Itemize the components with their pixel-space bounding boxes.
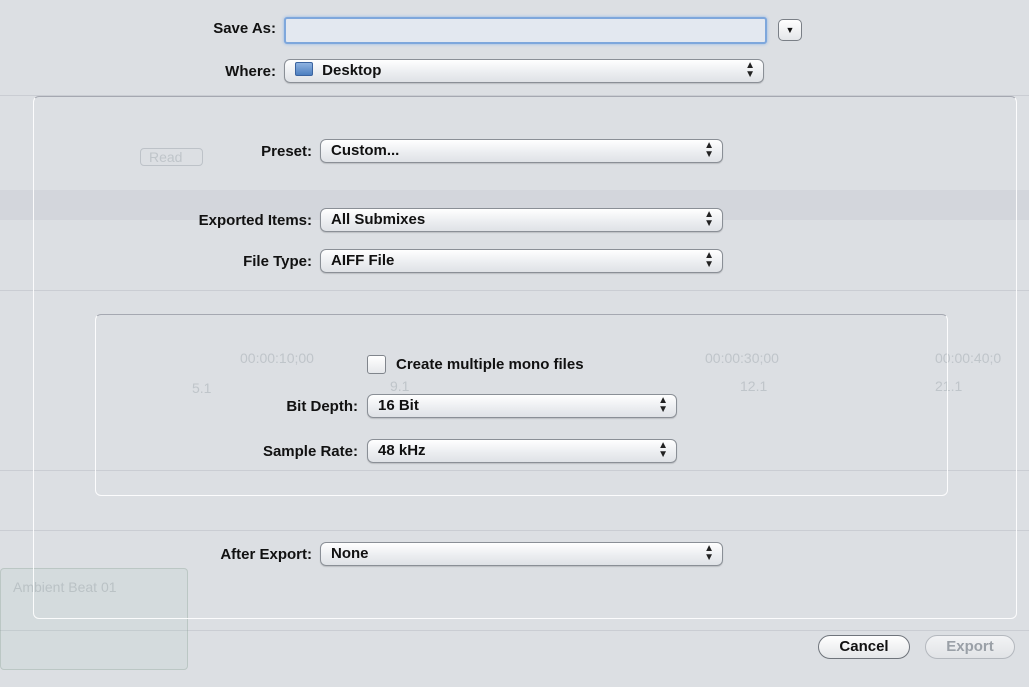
popup-arrows-icon: ▲ ▼ bbox=[745, 60, 755, 80]
preset-popup[interactable]: Custom... ▲ ▼ bbox=[320, 139, 723, 163]
after-export-popup[interactable]: None ▲ ▼ bbox=[320, 542, 723, 566]
popup-arrows-icon: ▲ ▼ bbox=[704, 250, 714, 270]
bit-depth-label: Bit Depth: bbox=[286, 398, 358, 415]
where-value: Desktop bbox=[322, 62, 382, 79]
preset-label: Preset: bbox=[261, 143, 312, 160]
file-type-popup[interactable]: AIFF File ▲ ▼ bbox=[320, 249, 723, 273]
save-as-input[interactable] bbox=[284, 17, 767, 44]
cancel-button[interactable]: Cancel bbox=[818, 635, 910, 659]
save-as-expand-button[interactable]: ▼ bbox=[778, 19, 802, 41]
exported-items-label: Exported Items: bbox=[198, 212, 312, 229]
popup-arrows-icon: ▲ ▼ bbox=[704, 543, 714, 563]
mono-files-label[interactable]: Create multiple mono files bbox=[396, 356, 584, 373]
popup-arrows-icon: ▲ ▼ bbox=[704, 209, 714, 229]
mono-files-checkbox[interactable] bbox=[367, 355, 386, 374]
preset-value: Custom... bbox=[331, 142, 400, 159]
folder-icon bbox=[295, 62, 313, 76]
sample-rate-label: Sample Rate: bbox=[262, 443, 358, 460]
bit-depth-popup[interactable]: 16 Bit ▲ ▼ bbox=[367, 394, 677, 418]
popup-arrows-icon: ▲ ▼ bbox=[658, 440, 668, 460]
exported-items-value: All Submixes bbox=[331, 211, 426, 228]
after-export-value: None bbox=[331, 545, 369, 562]
file-type-value: AIFF File bbox=[331, 252, 395, 269]
where-label: Where: bbox=[225, 63, 276, 80]
popup-arrows-icon: ▲ ▼ bbox=[704, 140, 714, 160]
sample-rate-value: 48 kHz bbox=[378, 442, 426, 459]
save-as-label: Save As: bbox=[213, 20, 276, 37]
background-line bbox=[0, 630, 1029, 631]
popup-arrows-icon: ▲ ▼ bbox=[658, 395, 668, 415]
file-type-label: File Type: bbox=[243, 253, 312, 270]
chevron-down-icon: ▼ bbox=[785, 25, 795, 35]
bit-depth-value: 16 Bit bbox=[378, 397, 419, 414]
exported-items-popup[interactable]: All Submixes ▲ ▼ bbox=[320, 208, 723, 232]
export-button[interactable]: Export bbox=[925, 635, 1015, 659]
where-popup[interactable]: Desktop ▲ ▼ bbox=[284, 59, 764, 83]
sample-rate-popup[interactable]: 48 kHz ▲ ▼ bbox=[367, 439, 677, 463]
after-export-label: After Export: bbox=[220, 546, 312, 563]
